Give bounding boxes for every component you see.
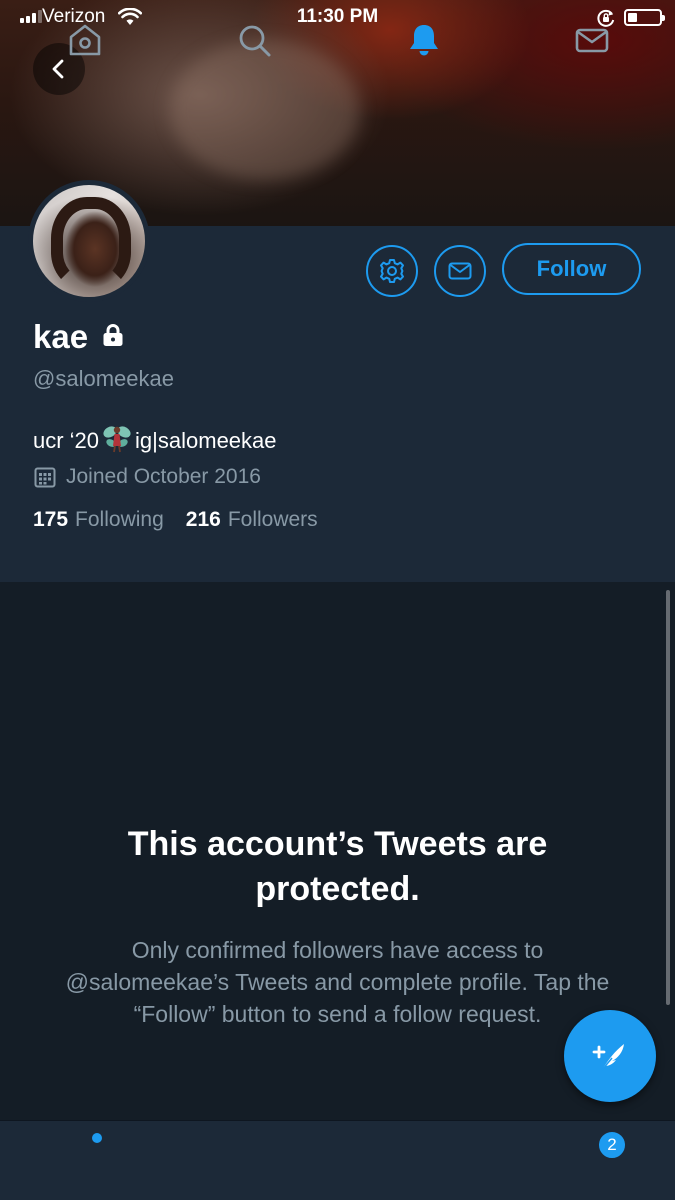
display-name: kae — [33, 318, 126, 356]
battery-icon — [624, 9, 665, 26]
bottom-tab-bar — [0, 1120, 675, 1200]
tab-messages[interactable] — [570, 18, 614, 62]
battery-level-fill — [628, 13, 637, 22]
follow-button[interactable]: Follow — [502, 243, 641, 295]
settings-button[interactable] — [366, 245, 418, 297]
envelope-icon — [448, 262, 472, 280]
fairy-icon — [101, 422, 133, 460]
avatar-photo-detail — [51, 197, 131, 289]
profile-bio: ucr ‘20 ig|salomeekae — [33, 422, 277, 460]
messages-unread-badge: 2 — [597, 1130, 627, 1160]
tab-search[interactable] — [232, 18, 276, 62]
profile-handle: @salomeekae — [33, 366, 174, 391]
followers-label: Followers — [227, 508, 318, 531]
avatar[interactable] — [28, 180, 150, 302]
protected-description: Only confirmed followers have access to … — [65, 937, 610, 1027]
home-unread-dot — [92, 1133, 102, 1143]
lock-icon — [100, 318, 126, 356]
bio-text-end: ig|salomeekae — [135, 428, 277, 453]
compose-tweet-button[interactable] — [564, 1010, 656, 1102]
followers-link[interactable]: 216 Followers — [186, 508, 318, 532]
tab-home[interactable] — [63, 18, 107, 62]
calendar-icon — [34, 467, 56, 488]
following-count: 175 — [33, 508, 69, 531]
followers-count: 216 — [185, 508, 221, 531]
display-name-text: kae — [33, 318, 89, 355]
search-icon — [239, 25, 271, 57]
tab-notifications[interactable] — [402, 18, 446, 62]
message-button[interactable] — [434, 245, 486, 297]
home-icon — [69, 24, 101, 56]
protected-title: This account’s Tweets are protected. — [127, 825, 548, 908]
scrollbar[interactable] — [666, 590, 670, 1005]
notifications-bell-icon — [410, 25, 438, 56]
messages-envelope-icon — [575, 28, 609, 53]
following-link[interactable]: 175 Following — [33, 508, 164, 532]
follow-stats: 175 Following 216 Followers — [33, 508, 318, 532]
joined-date-text: Joined October 2016 — [66, 465, 261, 488]
joined-date: Joined October 2016 — [33, 465, 261, 489]
compose-feather-icon — [592, 1044, 624, 1071]
bio-text-start: ucr ‘20 — [33, 428, 100, 453]
following-label: Following — [75, 508, 164, 531]
gear-icon — [380, 259, 404, 283]
